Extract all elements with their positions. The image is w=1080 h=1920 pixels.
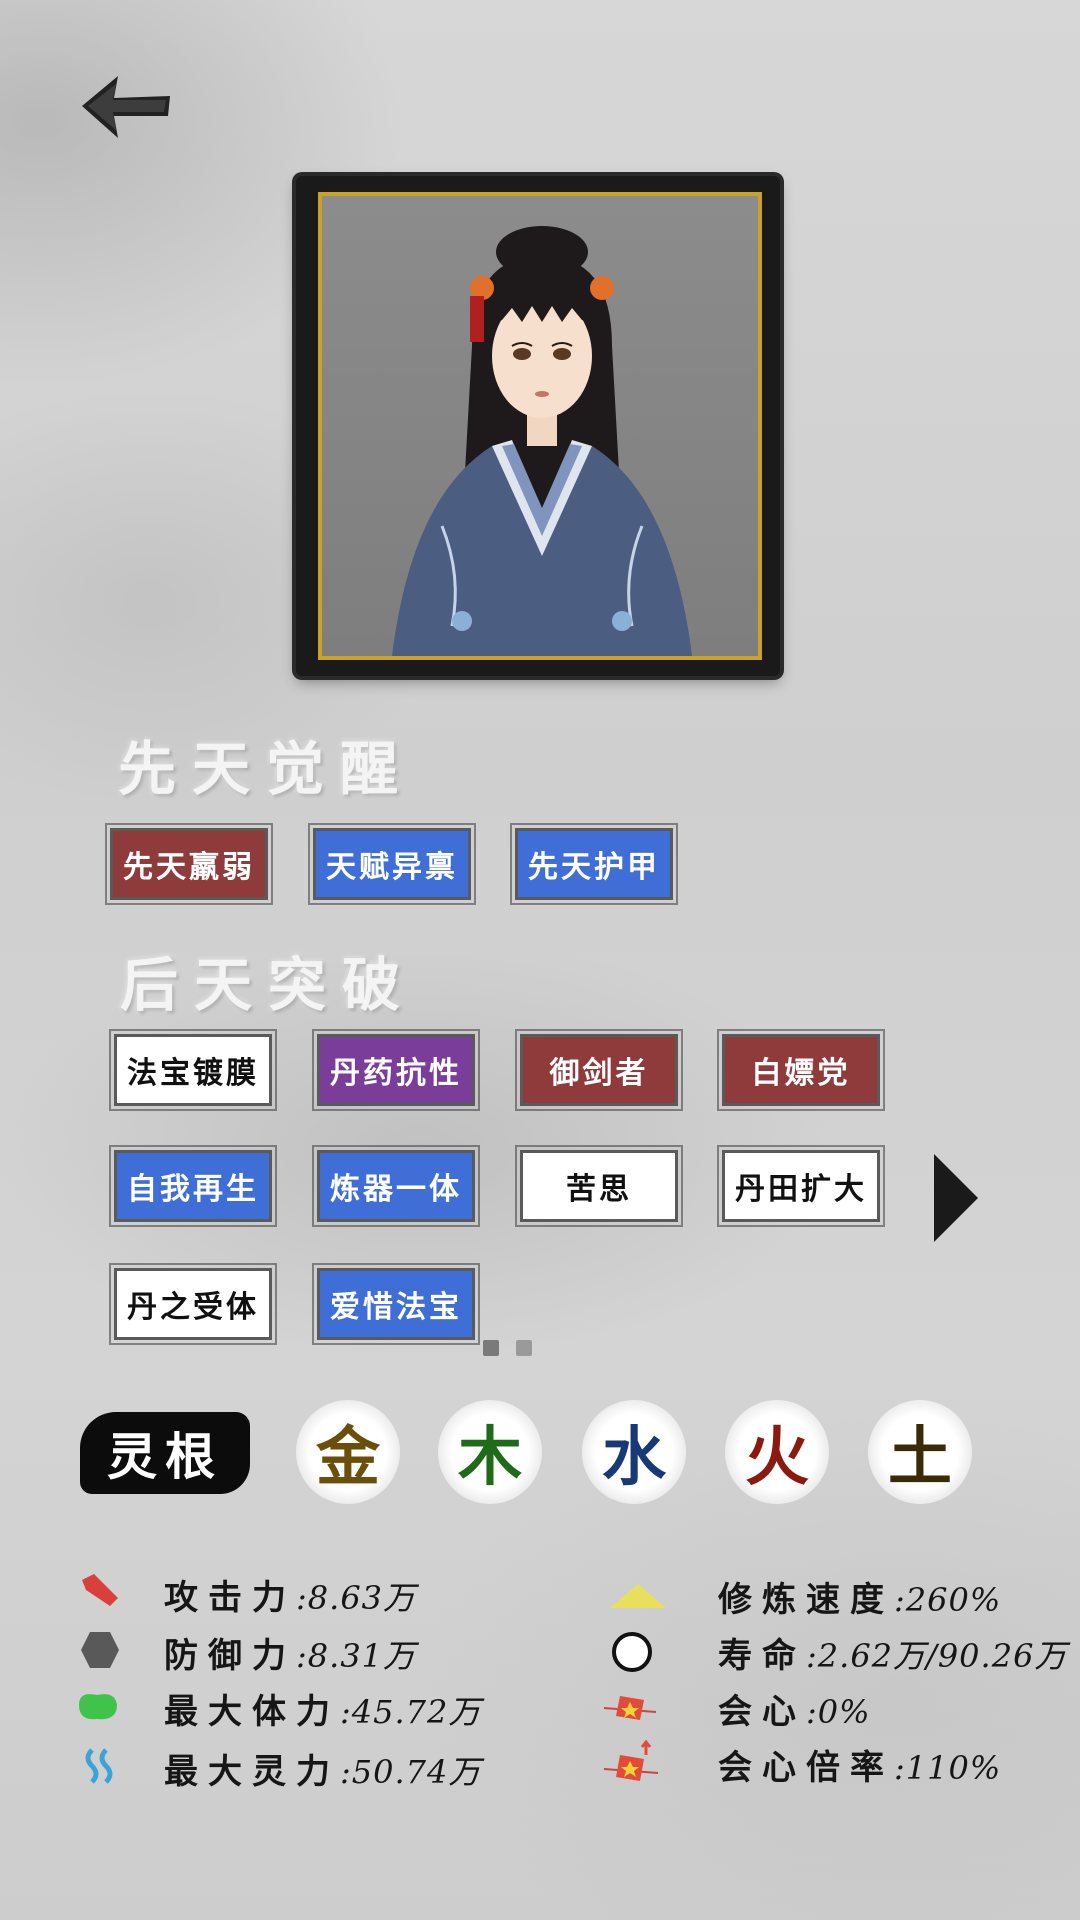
stat-cultivation-speed-value: :260% (894, 1581, 1002, 1619)
character-portrait (318, 192, 762, 660)
stat-attack-label: 攻击力 (164, 1578, 296, 1618)
back-arrow-icon (82, 76, 170, 138)
stat-cultivation-speed: 修炼速度 :260% (718, 1572, 1001, 1621)
acquired-breakthrough-title: 后天突破 (120, 951, 417, 1019)
stat-defense-value: :8.31万 (296, 1637, 417, 1675)
element-fire[interactable]: 火 (725, 1400, 829, 1504)
acquired-trait-1[interactable]: 法宝镀膜 (109, 1029, 277, 1111)
stat-crit-value: :0% (806, 1693, 871, 1731)
crit-multiplier-icon (602, 1738, 660, 1788)
innate-trait-1[interactable]: 先天羸弱 (105, 823, 273, 905)
spirit-root-label: 灵根 (80, 1412, 250, 1494)
acquired-trait-6[interactable]: 炼器一体 (312, 1145, 480, 1227)
acquired-trait-7[interactable]: 苦思 (515, 1145, 683, 1227)
acquired-trait-8[interactable]: 丹田扩大 (717, 1145, 885, 1227)
stat-max-health-value: :45.72万 (340, 1693, 482, 1731)
crit-icon (602, 1686, 658, 1730)
stat-attack-value: :8.63万 (296, 1579, 417, 1617)
acquired-trait-4[interactable]: 白嫖党 (717, 1029, 885, 1111)
stat-crit: 会心 :0% (718, 1684, 871, 1733)
cultivation-speed-icon (608, 1574, 668, 1618)
next-page-button[interactable] (930, 1150, 982, 1246)
stat-crit-label: 会心 (718, 1692, 806, 1732)
stat-max-health: 最大体力 :45.72万 (164, 1684, 481, 1733)
stat-defense: 防御力 :8.31万 (164, 1628, 416, 1677)
acquired-trait-10[interactable]: 爱惜法宝 (312, 1263, 480, 1345)
stat-max-spirit: 最大灵力 :50.74万 (164, 1744, 481, 1793)
stat-crit-multiplier-value: :110% (894, 1749, 1002, 1787)
stat-cultivation-speed-label: 修炼速度 (718, 1580, 894, 1620)
stat-max-spirit-label: 最大灵力 (164, 1752, 340, 1792)
character-portrait-frame (296, 176, 780, 676)
stat-crit-multiplier: 会心倍率 :110% (718, 1740, 1001, 1789)
lifespan-icon (608, 1630, 656, 1674)
stat-max-health-label: 最大体力 (164, 1692, 340, 1732)
acquired-trait-5[interactable]: 自我再生 (109, 1145, 277, 1227)
stat-lifespan-label: 寿命 (718, 1636, 806, 1676)
innate-trait-2[interactable]: 天赋异禀 (308, 823, 476, 905)
innate-awakening-title: 先天觉醒 (118, 735, 415, 803)
acquired-trait-3[interactable]: 御剑者 (515, 1029, 683, 1111)
acquired-trait-2[interactable]: 丹药抗性 (312, 1029, 480, 1111)
element-wood[interactable]: 木 (438, 1400, 542, 1504)
triangle-right-icon (934, 1154, 978, 1242)
acquired-trait-9[interactable]: 丹之受体 (109, 1263, 277, 1345)
stat-max-spirit-value: :50.74万 (340, 1753, 482, 1791)
health-icon (74, 1684, 122, 1728)
innate-trait-3[interactable]: 先天护甲 (510, 823, 678, 905)
back-button[interactable] (78, 72, 174, 142)
stat-attack: 攻击力 :8.63万 (164, 1570, 416, 1619)
spirit-icon (76, 1744, 124, 1788)
defense-icon (76, 1628, 124, 1672)
attack-icon (76, 1568, 124, 1612)
stat-defense-label: 防御力 (164, 1636, 296, 1676)
element-earth[interactable]: 土 (868, 1400, 972, 1504)
element-metal[interactable]: 金 (296, 1400, 400, 1504)
element-water[interactable]: 水 (582, 1400, 686, 1504)
page-indicator-dot-1 (483, 1340, 499, 1356)
stat-crit-multiplier-label: 会心倍率 (718, 1748, 894, 1788)
stat-lifespan: 寿命 :2.62万/90.26万 (718, 1628, 1067, 1677)
stat-lifespan-value: :2.62万/90.26万 (806, 1637, 1068, 1675)
page-indicator-dot-2 (516, 1340, 532, 1356)
